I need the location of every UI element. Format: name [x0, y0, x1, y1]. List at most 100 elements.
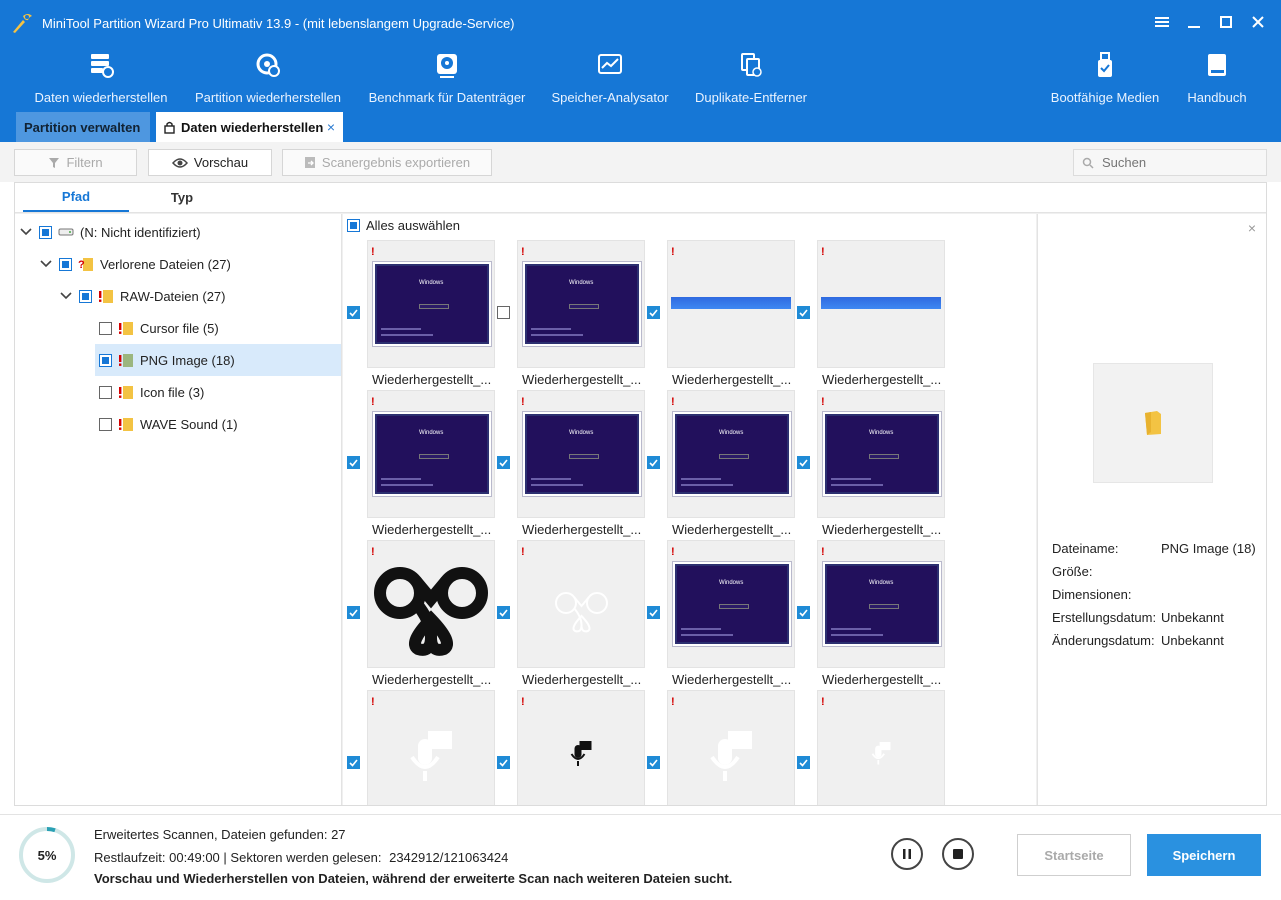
- file-checkbox[interactable]: [497, 306, 510, 319]
- file-thumbnail[interactable]: !: [517, 690, 645, 805]
- file-checkbox[interactable]: [497, 456, 510, 469]
- file-tile[interactable]: !: [797, 690, 947, 805]
- file-tile[interactable]: ! Wiederhergestellt_...: [347, 540, 497, 690]
- file-checkbox[interactable]: [347, 306, 360, 319]
- bootable-media-button[interactable]: Bootfähige Medien: [1048, 50, 1162, 108]
- file-tile[interactable]: ! Windows Wiederhergestellt_...: [797, 540, 947, 690]
- partition-recovery-button[interactable]: Partition wiederherstellen: [194, 50, 342, 108]
- tree-checkbox-icon[interactable]: [99, 385, 112, 399]
- home-button[interactable]: Startseite: [1017, 834, 1131, 876]
- thumbnail-line: [831, 628, 871, 630]
- checkmark-icon: [349, 758, 358, 767]
- maximize-icon[interactable]: [1217, 12, 1235, 32]
- tree-checkbox-cursor[interactable]: [99, 321, 112, 335]
- file-checkbox[interactable]: [647, 306, 660, 319]
- thumbnail-line: [681, 628, 721, 630]
- tree-checkbox-png[interactable]: [99, 353, 112, 367]
- chevron-down-icon[interactable]: [39, 257, 53, 271]
- file-tile[interactable]: ! Wiederhergestellt_...: [647, 240, 797, 390]
- warning-icon: !: [521, 696, 525, 708]
- file-checkbox[interactable]: [797, 306, 810, 319]
- tree-node-cursor-file[interactable]: Cursor file (5): [99, 312, 219, 344]
- file-tile[interactable]: ! Windows Wiederhergestellt_...: [497, 240, 647, 390]
- file-thumbnail[interactable]: ! Windows: [667, 540, 795, 668]
- filter-button[interactable]: Filtern: [14, 149, 137, 176]
- file-thumbnail[interactable]: ! Windows: [367, 390, 495, 518]
- search-input[interactable]: [1102, 155, 1252, 170]
- menu-icon[interactable]: [1153, 12, 1171, 32]
- disk-benchmark-button[interactable]: Benchmark für Datenträger: [368, 50, 526, 108]
- file-thumbnail[interactable]: !: [367, 540, 495, 668]
- tree-node-png-image[interactable]: PNG Image (18): [95, 344, 341, 376]
- file-thumbnail[interactable]: ! Windows: [367, 240, 495, 368]
- preview-button[interactable]: Vorschau: [148, 149, 272, 176]
- file-tile[interactable]: ! Wiederhergestellt_...: [797, 240, 947, 390]
- thumbnail-caption: Windows: [719, 430, 744, 436]
- file-thumbnail[interactable]: !: [667, 240, 795, 368]
- file-checkbox[interactable]: [797, 456, 810, 469]
- tab-path[interactable]: Pfad: [23, 183, 129, 212]
- file-checkbox[interactable]: [347, 756, 360, 769]
- file-checkbox[interactable]: [347, 456, 360, 469]
- select-all-checkbox[interactable]: [347, 219, 360, 232]
- tab-type[interactable]: Typ: [129, 183, 235, 212]
- tree-node-icon-file[interactable]: Icon file (3): [99, 376, 204, 408]
- file-tile[interactable]: !: [647, 690, 797, 805]
- tree-node-lost-files[interactable]: ? Verlorene Dateien (27): [39, 248, 231, 280]
- stop-button[interactable]: [942, 838, 974, 870]
- duplicate-remover-button[interactable]: Duplikate-Entferner: [694, 50, 808, 108]
- file-tile[interactable]: ! Windows Wiederhergestellt_...: [347, 390, 497, 540]
- tree-node-root[interactable]: (N: Nicht identifiziert): [19, 216, 201, 248]
- export-scan-button[interactable]: Scanergebnis exportieren: [282, 149, 492, 176]
- file-tile[interactable]: ! Windows Wiederhergestellt_...: [797, 390, 947, 540]
- manual-button[interactable]: Handbuch: [1184, 50, 1250, 108]
- tree-label-lost: Verlorene Dateien (27): [100, 256, 231, 272]
- raw-folder-icon: [119, 386, 133, 399]
- file-thumbnail[interactable]: ! Windows: [667, 390, 795, 518]
- file-tile[interactable]: !: [347, 690, 497, 805]
- file-tile[interactable]: !: [497, 690, 647, 805]
- file-checkbox[interactable]: [797, 606, 810, 619]
- chevron-down-icon[interactable]: [59, 289, 73, 303]
- file-tile[interactable]: ! Windows Wiederhergestellt_...: [497, 390, 647, 540]
- file-thumbnail[interactable]: ! Windows: [817, 390, 945, 518]
- file-thumbnail[interactable]: ! Windows: [517, 390, 645, 518]
- file-thumbnail[interactable]: !: [817, 240, 945, 368]
- chevron-down-icon[interactable]: [19, 225, 33, 239]
- tree-checkbox-raw[interactable]: [79, 289, 92, 303]
- space-analyzer-button[interactable]: Speicher-Analysator: [551, 50, 669, 108]
- tree-node-wave-sound[interactable]: WAVE Sound (1): [99, 408, 238, 440]
- file-tile[interactable]: ! Windows Wiederhergestellt_...: [347, 240, 497, 390]
- file-checkbox[interactable]: [497, 606, 510, 619]
- tab-data-recovery[interactable]: Daten wiederherstellen ×: [156, 112, 343, 142]
- file-thumbnail[interactable]: !: [817, 690, 945, 805]
- file-checkbox[interactable]: [347, 606, 360, 619]
- file-checkbox[interactable]: [647, 606, 660, 619]
- file-thumbnail[interactable]: !: [517, 540, 645, 668]
- tree-checkbox-root[interactable]: [39, 225, 52, 239]
- close-window-icon[interactable]: [1249, 12, 1267, 32]
- file-thumbnail[interactable]: !: [667, 690, 795, 805]
- file-tile[interactable]: ! Windows Wiederhergestellt_...: [647, 390, 797, 540]
- file-thumbnail[interactable]: ! Windows: [817, 540, 945, 668]
- tree-checkbox-lost[interactable]: [59, 257, 72, 271]
- file-tile[interactable]: ! Wiederhergestellt_...: [497, 540, 647, 690]
- file-thumbnail[interactable]: ! Windows: [517, 240, 645, 368]
- file-thumbnail[interactable]: !: [367, 690, 495, 805]
- file-checkbox[interactable]: [497, 756, 510, 769]
- close-details-icon[interactable]: ×: [1248, 220, 1256, 236]
- file-checkbox[interactable]: [647, 756, 660, 769]
- save-button[interactable]: Speichern: [1147, 834, 1261, 876]
- search-box[interactable]: [1073, 149, 1267, 176]
- minimize-icon[interactable]: [1185, 12, 1203, 32]
- file-tile[interactable]: ! Windows Wiederhergestellt_...: [647, 540, 797, 690]
- close-tab-icon[interactable]: ×: [327, 119, 335, 135]
- tab-partition-manage[interactable]: Partition verwalten: [16, 112, 150, 142]
- file-checkbox[interactable]: [647, 456, 660, 469]
- file-checkbox[interactable]: [797, 756, 810, 769]
- tree-checkbox-wave[interactable]: [99, 417, 112, 431]
- select-all[interactable]: Alles auswählen: [347, 218, 460, 233]
- pause-button[interactable]: [891, 838, 923, 870]
- data-recovery-button[interactable]: Daten wiederherstellen: [34, 50, 168, 108]
- tree-node-raw-files[interactable]: RAW-Dateien (27): [59, 280, 225, 312]
